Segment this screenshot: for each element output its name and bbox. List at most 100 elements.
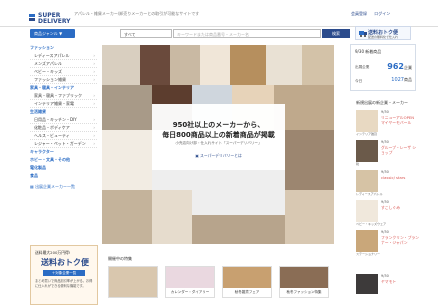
hero-line2: 毎日800商品以上の新着商品が掲載 [162, 131, 275, 139]
logo-bottom: DELIVERY [38, 18, 71, 25]
product-image [285, 130, 334, 190]
sidebar-item[interactable]: ベビー・キッズ › [30, 68, 97, 76]
maker-thumbnail [356, 110, 378, 132]
about-link[interactable]: ▣ スーパーデリバリーとは [152, 153, 285, 159]
maker-thumbnail [356, 230, 378, 252]
chevron-right-icon: › [93, 93, 95, 98]
chevron-right-icon: › [93, 101, 95, 106]
search-input[interactable]: キーワードまたは商品番号・メーカー名 [173, 29, 321, 38]
category-menu-button[interactable]: 商品ジャンル ▼ [30, 29, 75, 38]
product-image [302, 45, 334, 85]
top-header: SUPER DELIVERY アパレル・雑貨メーカー/卸売りメーカーとの取引が可… [0, 0, 438, 27]
site-tagline: アパレル・雑貨メーカー/卸売りメーカーとの取引が可能なサイトです [74, 11, 200, 16]
stats-title: 9/30 新着商品 [355, 49, 382, 54]
stats-row1-label: 出展企業 [355, 65, 370, 69]
sidebar-item[interactable]: 化粧品・ボディケア › [30, 124, 97, 132]
maker-category: ベビー・キッズウェア [356, 222, 387, 226]
chevron-right-icon: › [93, 141, 95, 146]
sidebar-head-furniture[interactable]: 家具・寝具・インテリア [30, 84, 97, 92]
chevron-right-icon: › [93, 133, 95, 138]
product-image [140, 45, 170, 85]
new-maker-item[interactable]: 9/30 classic/ stars レディースアパレル [356, 168, 418, 196]
feature-caption: 秋冬ファッション特集 [280, 288, 328, 297]
maker-date: 9/30 [381, 170, 389, 174]
maker-date: 9/30 [381, 140, 389, 144]
product-image [230, 45, 266, 85]
sidebar-head-food[interactable]: 食品 [30, 172, 97, 180]
search-scope-select[interactable]: すべて [120, 29, 172, 38]
sidebar-head-character[interactable]: キャラクター [30, 148, 97, 156]
promo-button[interactable]: ＋対象企業一覧 [43, 270, 85, 276]
maker-category: インテリア雑貨 [356, 132, 378, 136]
product-image [192, 215, 285, 244]
feature-tile[interactable] [108, 266, 158, 298]
product-image [102, 130, 152, 190]
top-promo-sub: 配送の無料化で仕入れ [368, 35, 399, 39]
site-logo[interactable]: SUPER DELIVERY [30, 13, 71, 25]
sidebar-item[interactable]: 家具・寝具・ファブリック › [30, 92, 97, 100]
new-maker-item[interactable]: 9/30 ヤマモト [356, 272, 418, 296]
product-image [170, 45, 200, 85]
product-image [152, 190, 192, 244]
sidebar-item-label: メンズアパレル [34, 61, 62, 66]
sidebar-item[interactable]: レジャー・ペット・ガーデン › [30, 140, 97, 148]
sidebar-item-label: ベビー・キッズ [34, 69, 62, 74]
chevron-right-icon: › [93, 69, 95, 74]
product-image [102, 85, 152, 130]
maker-category: レディースアパレル [356, 192, 383, 196]
new-maker-item[interactable]: 9/30 すこしぐみ ベビー・キッズウェア [356, 198, 418, 226]
product-image [200, 45, 230, 85]
search-bar: 商品ジャンル ▼ すべて キーワードまたは商品番号・メーカー名 検索 [30, 26, 350, 38]
product-count: 1027 [391, 77, 404, 83]
sidebar-item[interactable]: ファッション雑貨 › [30, 76, 97, 84]
sidebar-head-fashion[interactable]: ファッション [30, 44, 97, 52]
chevron-right-icon: › [93, 125, 95, 130]
sidebar-head-goods[interactable]: 生活雑貨 [30, 108, 97, 116]
shipping-promo[interactable]: 送料最大200万円得! 送料おトク便 ＋対象企業一覧 まとめ買いで商品割引率が上… [30, 245, 98, 305]
maker-thumbnail [356, 274, 378, 294]
sidebar-item[interactable]: ヘルス・ビューティ › [30, 132, 97, 140]
stats-row1-value: 962企業 [387, 62, 412, 71]
login-link[interactable]: ログイン [374, 11, 390, 16]
feature-tile[interactable]: 秋冬ファッション特集 [279, 266, 329, 298]
maker-name: すこしぐみ [381, 205, 401, 210]
truck-icon [359, 31, 367, 37]
register-link[interactable]: 会員登録 [351, 11, 367, 16]
new-maker-item[interactable]: 9/30 グループ・レーザ ショップ 靴 [356, 138, 418, 166]
maker-date: 9/30 [381, 274, 389, 278]
maker-date: 9/30 [381, 230, 389, 234]
hero-message-panel: 950社以上のメーカーから、 毎日800商品以上の新着商品が掲載 小売店向け卸・… [152, 104, 285, 170]
new-maker-item[interactable]: 9/30 リニューアルOPEN マイヤーモバール インテリア雑貨 [356, 108, 418, 136]
sidebar-item-label: インテリア雑貨・家電 [34, 101, 74, 106]
features-title: 開催中の特集 [108, 256, 132, 261]
chevron-right-icon: › [93, 117, 95, 122]
sidebar-item[interactable]: インテリア雑貨・家電 › [30, 100, 97, 108]
search-button[interactable]: 検索 [322, 29, 350, 38]
maker-list-link[interactable]: ▦ 出展企業メーカー一覧 [30, 182, 97, 192]
sidebar-head-hobby[interactable]: ホビー・文具・その他 [30, 156, 97, 164]
top-promo-banner[interactable]: 送料おトク便 配送の無料化で仕入れ [355, 26, 411, 40]
sidebar-item-label: ヘルス・ビューティ [34, 133, 70, 138]
sidebar-head-electronics[interactable]: 電化製品 [30, 164, 97, 172]
header-links: 会員登録 ログイン [345, 11, 390, 17]
stats-row2-label: 今日 [355, 79, 363, 83]
maker-name: グループ・レーザ ショップ [381, 145, 417, 155]
feature-caption: 秋冬雑貨フェア [223, 288, 271, 297]
maker-name: classic/ stars [381, 175, 406, 180]
stats-panel: 9/30 新着商品 出展企業 962企業 今日 1027商品 [350, 44, 416, 91]
promo-logo: 送料おトク便 [41, 258, 89, 267]
maker-count: 962 [387, 62, 404, 71]
new-maker-item[interactable]: 9/30 フランクリン・プランナー・ジャパン ステーショナリー [356, 228, 419, 256]
maker-thumbnail [356, 140, 378, 162]
feature-tile[interactable]: 秋冬雑貨フェア [222, 266, 272, 298]
sidebar-item[interactable]: 日用品・キッチン・DIY › [30, 116, 97, 124]
chevron-right-icon: › [93, 77, 95, 82]
product-image [285, 190, 334, 244]
maker-unit: 企業 [404, 65, 412, 70]
promo-line1: 送料最大200万円得! [35, 250, 71, 255]
sidebar-item[interactable]: メンズアパレル › [30, 60, 97, 68]
chevron-right-icon: › [93, 61, 95, 66]
hero-line1: 950社以上のメーカーから、 [172, 121, 265, 129]
sidebar-item[interactable]: レディースアパレル › [30, 52, 97, 60]
feature-tile[interactable]: カレンダー・ダイアリー [165, 266, 215, 298]
